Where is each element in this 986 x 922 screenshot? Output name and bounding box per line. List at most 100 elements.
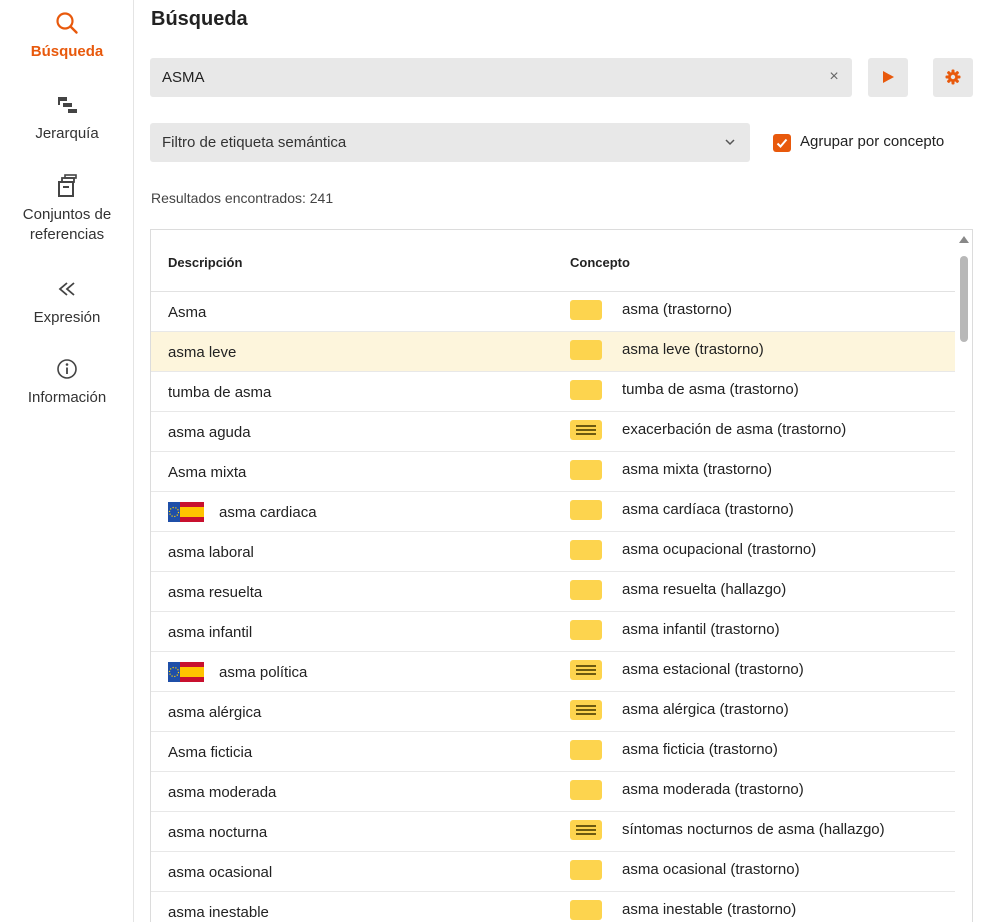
concept-status-icon: [570, 860, 602, 880]
page-title: Búsqueda: [151, 8, 248, 30]
search-input[interactable]: [150, 58, 810, 97]
concept-status-icon: [570, 900, 602, 920]
search-field[interactable]: ×: [150, 58, 852, 97]
table-row[interactable]: asma infantil asma infantil (trastorno): [151, 612, 956, 652]
hierarchy-icon: [0, 92, 134, 124]
table-row[interactable]: asma alérgica asma alérgica (trastorno): [151, 692, 956, 732]
table-row[interactable]: asma nocturna síntomas nocturnos de asma …: [151, 812, 956, 852]
row-description: asma cardiaca: [219, 504, 317, 521]
nav-item-informacion[interactable]: Información: [0, 356, 134, 408]
row-concept: asma cardíaca (trastorno): [622, 501, 794, 518]
checkbox-checked-icon: [773, 134, 791, 152]
concept-status-icon: [570, 460, 602, 480]
concept-status-icon: [570, 780, 602, 800]
nav-item-jerarquia[interactable]: Jerarquía: [0, 92, 134, 144]
row-concept: asma moderada (trastorno): [622, 781, 804, 798]
concept-status-icon: [570, 700, 602, 720]
semantic-tag-filter-select[interactable]: Filtro de etiqueta semántica: [150, 123, 750, 162]
concept-status-icon: [570, 540, 602, 560]
row-description: asma inestable: [168, 904, 269, 921]
concept-status-icon: [570, 420, 602, 440]
scroll-up-arrow-icon[interactable]: [959, 236, 969, 243]
table-row[interactable]: Asma asma (trastorno): [151, 292, 956, 332]
concept-status-icon: [570, 580, 602, 600]
row-concept: asma infantil (trastorno): [622, 621, 780, 638]
concept-status-icon: [570, 380, 602, 400]
row-concept: asma alérgica (trastorno): [622, 701, 789, 718]
row-description: asma laboral: [168, 544, 254, 561]
column-header-concept[interactable]: Concepto: [570, 255, 630, 270]
table-row[interactable]: asma política asma estacional (trastorno): [151, 652, 956, 692]
row-concept: asma leve (trastorno): [622, 341, 764, 358]
table-row[interactable]: asma aguda exacerbación de asma (trastorn…: [151, 412, 956, 452]
scrollbar-thumb[interactable]: [960, 256, 968, 342]
results-table: Descripción Concepto Asma asma (trastorno…: [150, 229, 973, 922]
row-description: Asma mixta: [168, 464, 247, 481]
concept-status-icon: [570, 500, 602, 520]
row-description: asma resuelta: [168, 584, 263, 601]
results-count: Resultados encontrados: 241: [151, 190, 334, 206]
row-description: tumba de asma: [168, 384, 272, 401]
nav-item-label: Conjuntos de referencias: [22, 206, 112, 243]
row-concept: tumba de asma (trastorno): [622, 381, 799, 398]
nav-item-conjuntos[interactable]: Conjuntos de referencias: [0, 173, 134, 245]
row-concept: síntomas nocturnos de asma (hallazgo): [622, 821, 885, 838]
table-row[interactable]: asma resuelta asma resuelta (hallazgo): [151, 572, 956, 612]
table-row[interactable]: asma leve asma leve (trastorno): [151, 332, 956, 372]
row-description: asma leve: [168, 344, 237, 361]
play-icon: [883, 71, 894, 83]
nav-item-label: Expresión: [33, 309, 101, 326]
row-concept: asma resuelta (hallazgo): [622, 581, 787, 598]
row-description: Asma ficticia: [168, 744, 253, 761]
table-header: Descripción Concepto: [151, 230, 956, 292]
row-concept: asma (trastorno): [622, 301, 733, 318]
row-description: asma infantil: [168, 624, 253, 641]
row-concept: exacerbación de asma (trastorno): [622, 421, 847, 438]
row-description: Asma: [168, 304, 207, 321]
nav-item-label: Información: [27, 389, 107, 406]
concept-status-icon: [570, 740, 602, 760]
table-body: Asma asma (trastorno) asma leve asma leve (…: [151, 292, 956, 922]
table-row[interactable]: asma cardiaca asma cardíaca (trastorno): [151, 492, 956, 532]
clear-search-button[interactable]: ×: [824, 67, 844, 87]
run-search-button[interactable]: [868, 58, 908, 97]
nav-item-busqueda[interactable]: Búsqueda: [0, 10, 134, 62]
row-concept: asma ocupacional (trastorno): [622, 541, 817, 558]
vertical-scrollbar[interactable]: [955, 230, 972, 922]
group-by-concept-label: Agrupar por concepto: [800, 133, 945, 150]
row-description: asma nocturna: [168, 824, 268, 841]
row-concept: asma estacional (trastorno): [622, 661, 804, 678]
main-panel: Búsqueda × Filtro de etiqueta semántica …: [134, 0, 986, 922]
row-description: asma moderada: [168, 784, 277, 801]
table-row[interactable]: Asma ficticia asma ficticia (trastorno): [151, 732, 956, 772]
column-header-description[interactable]: Descripción: [168, 255, 242, 270]
nav-item-label: Jerarquía: [35, 125, 99, 142]
double-chevron-left-icon: [0, 276, 134, 308]
row-concept: asma mixta (trastorno): [622, 461, 773, 478]
gear-icon: [945, 69, 961, 85]
concept-status-icon: [570, 620, 602, 640]
search-icon: [0, 10, 134, 42]
archive-box-icon: [0, 173, 134, 205]
table-row[interactable]: asma ocasional asma ocasional (trastorno): [151, 852, 956, 892]
row-description: asma aguda: [168, 424, 251, 441]
table-row[interactable]: asma inestable asma inestable (trastorno): [151, 892, 956, 922]
row-concept: asma inestable (trastorno): [622, 901, 797, 918]
row-concept: asma ocasional (trastorno): [622, 861, 800, 878]
info-circle-icon: [0, 356, 134, 388]
filter-select-value: Filtro de etiqueta semántica: [162, 134, 347, 151]
row-description: asma alérgica: [168, 704, 262, 721]
nav-item-expresion[interactable]: Expresión: [0, 276, 134, 328]
nav-item-label: Búsqueda: [30, 43, 104, 60]
side-nav: Búsqueda Jerarquía Conjuntos de referenc…: [0, 0, 134, 922]
table-row[interactable]: asma laboral asma ocupacional (trastorno): [151, 532, 956, 572]
concept-status-icon: [570, 660, 602, 680]
row-description: asma política: [219, 664, 308, 681]
table-row[interactable]: asma moderada asma moderada (trastorno): [151, 772, 956, 812]
concept-status-icon: [570, 820, 602, 840]
table-row[interactable]: Asma mixta asma mixta (trastorno): [151, 452, 956, 492]
concept-status-icon: [570, 340, 602, 360]
settings-button[interactable]: [933, 58, 973, 97]
chevron-down-icon: [725, 139, 735, 146]
table-row[interactable]: tumba de asma tumba de asma (trastorno): [151, 372, 956, 412]
